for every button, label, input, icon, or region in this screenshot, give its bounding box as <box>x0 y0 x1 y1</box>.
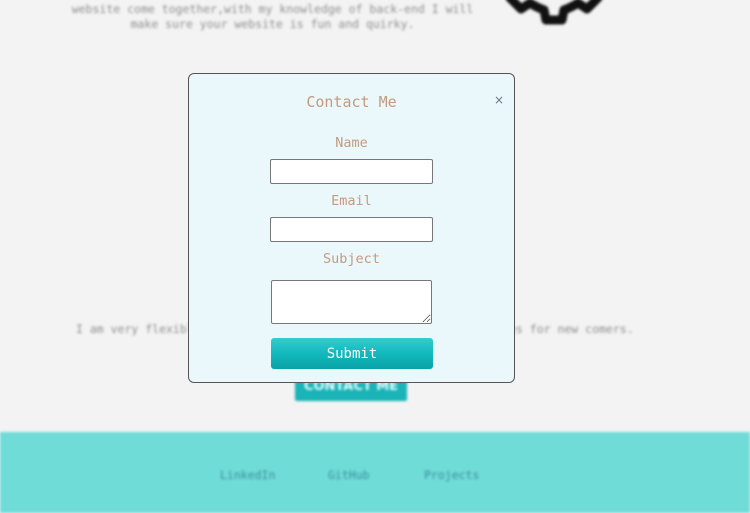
footer: LinkedIn GitHub Projects <box>0 432 750 513</box>
footer-link-projects[interactable]: Projects <box>424 468 479 482</box>
name-label: Name <box>335 135 368 151</box>
intro-text: website come together,with my knowledge … <box>60 2 485 32</box>
footer-link-linkedin[interactable]: LinkedIn <box>220 468 275 482</box>
modal-title: Contact Me <box>306 93 397 111</box>
flex-text-right: es for new comers. <box>509 322 634 336</box>
email-input[interactable] <box>270 217 433 242</box>
close-icon[interactable]: × <box>494 93 504 107</box>
subject-textarea[interactable] <box>271 280 432 324</box>
intro-line-2: make sure your website is fun and quirky… <box>130 17 415 31</box>
subject-label: Subject <box>323 251 380 267</box>
gear-icon <box>505 0 603 25</box>
flex-text-left: I am very flexible <box>76 322 201 336</box>
footer-link-github[interactable]: GitHub <box>328 468 370 482</box>
intro-line-1: website come together,with my knowledge … <box>71 2 474 16</box>
contact-modal: Contact Me × Name Email Subject Submit <box>188 73 515 383</box>
submit-button[interactable]: Submit <box>271 338 433 369</box>
email-label: Email <box>331 193 372 209</box>
name-input[interactable] <box>270 159 433 184</box>
